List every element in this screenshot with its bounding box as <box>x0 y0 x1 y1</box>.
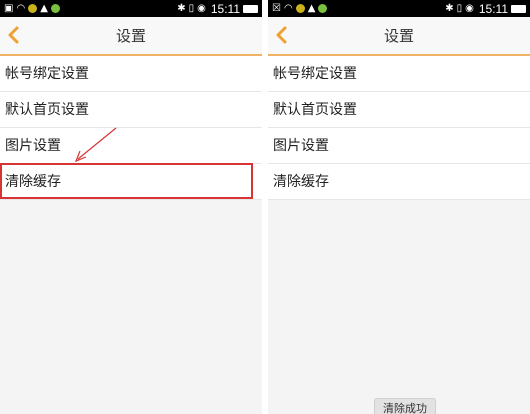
settings-item-default-homepage[interactable]: 默认首页设置 <box>0 92 262 128</box>
header: 设置 <box>268 17 530 56</box>
vibrate-icon: ▯ <box>456 2 463 14</box>
page-title: 设置 <box>383 27 414 45</box>
status-time: 15:11 <box>210 1 240 16</box>
sync-icon <box>28 4 38 13</box>
settings-item-default-homepage[interactable]: 默认首页设置 <box>268 92 530 128</box>
vibrate-icon: ▯ <box>188 2 195 14</box>
battery-icon <box>243 4 258 13</box>
settings-item-account-binding[interactable]: 帐号绑定设置 <box>0 56 262 92</box>
settings-item-image[interactable]: 图片设置 <box>268 128 530 164</box>
back-chevron-icon[interactable] <box>4 25 24 45</box>
bluetooth-icon: ✱ <box>177 2 186 14</box>
settings-item-account-binding[interactable]: 帐号绑定设置 <box>268 56 530 92</box>
phone-screen-right: ☒ ◠ ▲ ✱ ▯ ◉ 15:11 设置 帐号绑定设置 默认首页设置 图片设置 … <box>268 0 530 414</box>
settings-item-image[interactable]: 图片设置 <box>0 128 262 164</box>
bluetooth-icon: ✱ <box>445 2 454 14</box>
page-title: 设置 <box>115 27 146 45</box>
status-bar: ☒ ◠ ▲ ✱ ▯ ◉ 15:11 <box>268 0 530 17</box>
header: 设置 <box>0 17 262 56</box>
settings-item-clear-cache[interactable]: 清除缓存 <box>268 164 530 200</box>
image-icon: ▲ <box>40 2 48 14</box>
status-bar: ▣ ◠ ▲ ✱ ▯ ◉ 15:11 <box>0 0 262 17</box>
sync-icon <box>295 4 305 13</box>
battery-icon <box>511 4 526 13</box>
status-time: 15:11 <box>478 1 508 16</box>
settings-list: 帐号绑定设置 默认首页设置 图片设置 清除缓存 <box>268 56 530 200</box>
phone-screen-left: ▣ ◠ ▲ ✱ ▯ ◉ 15:11 设置 帐号绑定设置 默认首页设置 图片设置 … <box>0 0 262 414</box>
wifi-icon: ◠ <box>16 2 26 14</box>
toast-message: 清除成功 <box>374 398 436 414</box>
settings-item-clear-cache[interactable]: 清除缓存 <box>0 164 262 200</box>
alarm-icon: ◉ <box>465 2 474 14</box>
image-icon: ▲ <box>307 2 316 14</box>
back-chevron-icon[interactable] <box>272 25 292 45</box>
chat-icon <box>50 4 60 13</box>
settings-list: 帐号绑定设置 默认首页设置 图片设置 清除缓存 <box>0 56 262 200</box>
alarm-icon: ◉ <box>197 2 206 14</box>
sim-icon: ▣ <box>4 2 14 14</box>
close-icon: ☒ <box>272 2 281 14</box>
wifi-icon: ◠ <box>283 2 293 14</box>
chat-icon <box>318 4 328 13</box>
